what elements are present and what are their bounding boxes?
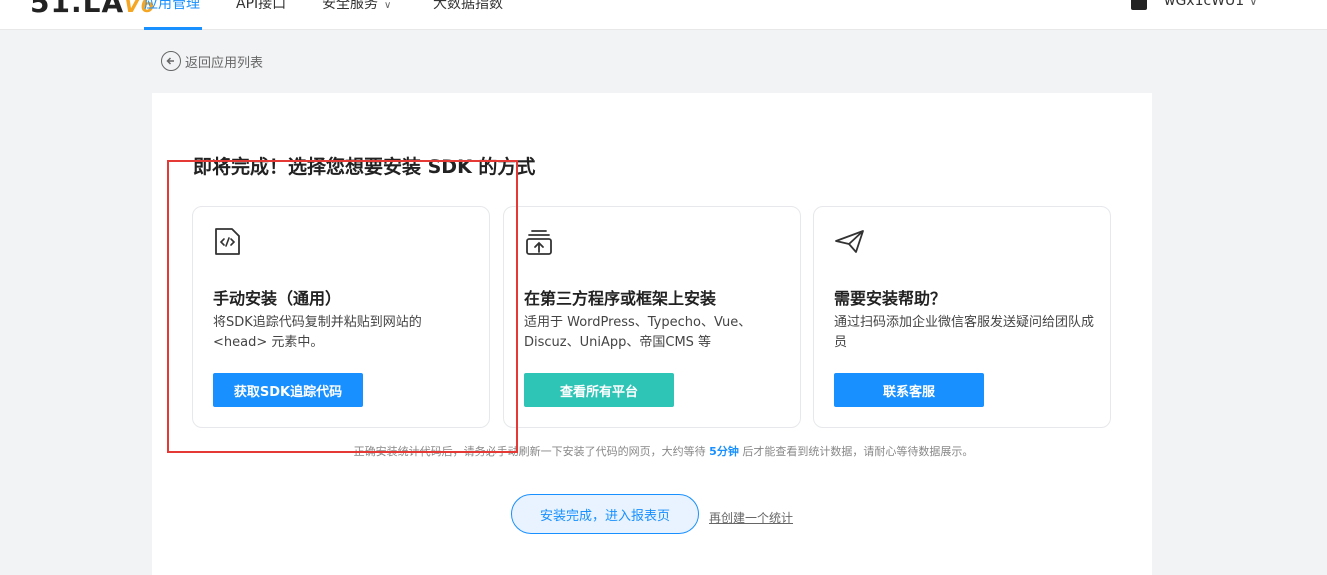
arrow-left-circle-icon [161,51,181,71]
code-file-icon [213,227,243,257]
contact-support-button[interactable]: 联系客服 [834,373,984,407]
chevron-down-icon: ∨ [384,0,392,11]
upload-layers-icon [524,227,554,257]
view-all-platforms-button[interactable]: 查看所有平台 [524,373,674,407]
nav-big-data-index[interactable]: 大数据指数 [433,0,503,13]
notice-text-before: 正确安装统计代码后，请务必手动刷新一下安装了代码的网页，大约等待 [353,445,706,458]
notice-wait-time: 5分钟 [709,445,739,458]
back-link-label: 返回应用列表 [185,55,264,71]
mail-icon[interactable] [1131,0,1147,10]
back-to-app-list[interactable]: 返回应用列表 [161,51,263,71]
card-third-party-install: 在第三方程序或框架上安装 适用于 WordPress、Typecho、Vue、D… [503,206,801,428]
install-notice: 正确安装统计代码后，请务必手动刷新一下安装了代码的网页，大约等待 5分钟 后才能… [0,443,1327,459]
card-description: 适用于 WordPress、Typecho、Vue、Discuz、UniApp、… [524,315,752,350]
logo[interactable]: 51.LAV6 [30,0,156,19]
get-sdk-code-button[interactable]: 获取SDK追踪代码 [213,373,363,407]
notice-text-after: 后才能查看到统计数据，请耐心等待数据展示。 [742,445,974,458]
card-title: 手动安装（通用） [213,289,342,308]
top-navbar: 51.LAV6 应用管理 API接口 安全服务 ∨ 大数据指数 wGx1cWU1 … [0,0,1327,30]
create-another-link[interactable]: 再创建一个统计 [709,509,793,526]
card-manual-install: 手动安装（通用） 将SDK追踪代码复制并粘贴到网站的 <head> 元素中。 获… [192,206,490,428]
card-title: 在第三方程序或框架上安装 [524,289,717,308]
nav-api[interactable]: API接口 [236,0,286,13]
nav-app-management[interactable]: 应用管理 [144,0,200,13]
user-name[interactable]: wGx1cWU1 [1164,0,1244,9]
card-title: 需要安装帮助？ [834,289,947,308]
nav-active-indicator [144,27,202,30]
chevron-down-icon[interactable]: ∨ [1249,0,1258,8]
card-description: 通过扫码添加企业微信客服发送疑问给团队成员 [834,315,1095,350]
card-description: 将SDK追踪代码复制并粘贴到网站的 <head> 元素中。 [213,315,422,350]
nav-security-services[interactable]: 安全服务 ∨ [322,0,391,13]
card-install-help: 需要安装帮助？ 通过扫码添加企业微信客服发送疑问给团队成员 联系客服 [813,206,1111,428]
paper-plane-icon [834,227,864,257]
page-title: 即将完成！选择您想要安装 SDK 的方式 [193,156,536,178]
install-complete-button[interactable]: 安装完成，进入报表页 [511,494,699,534]
